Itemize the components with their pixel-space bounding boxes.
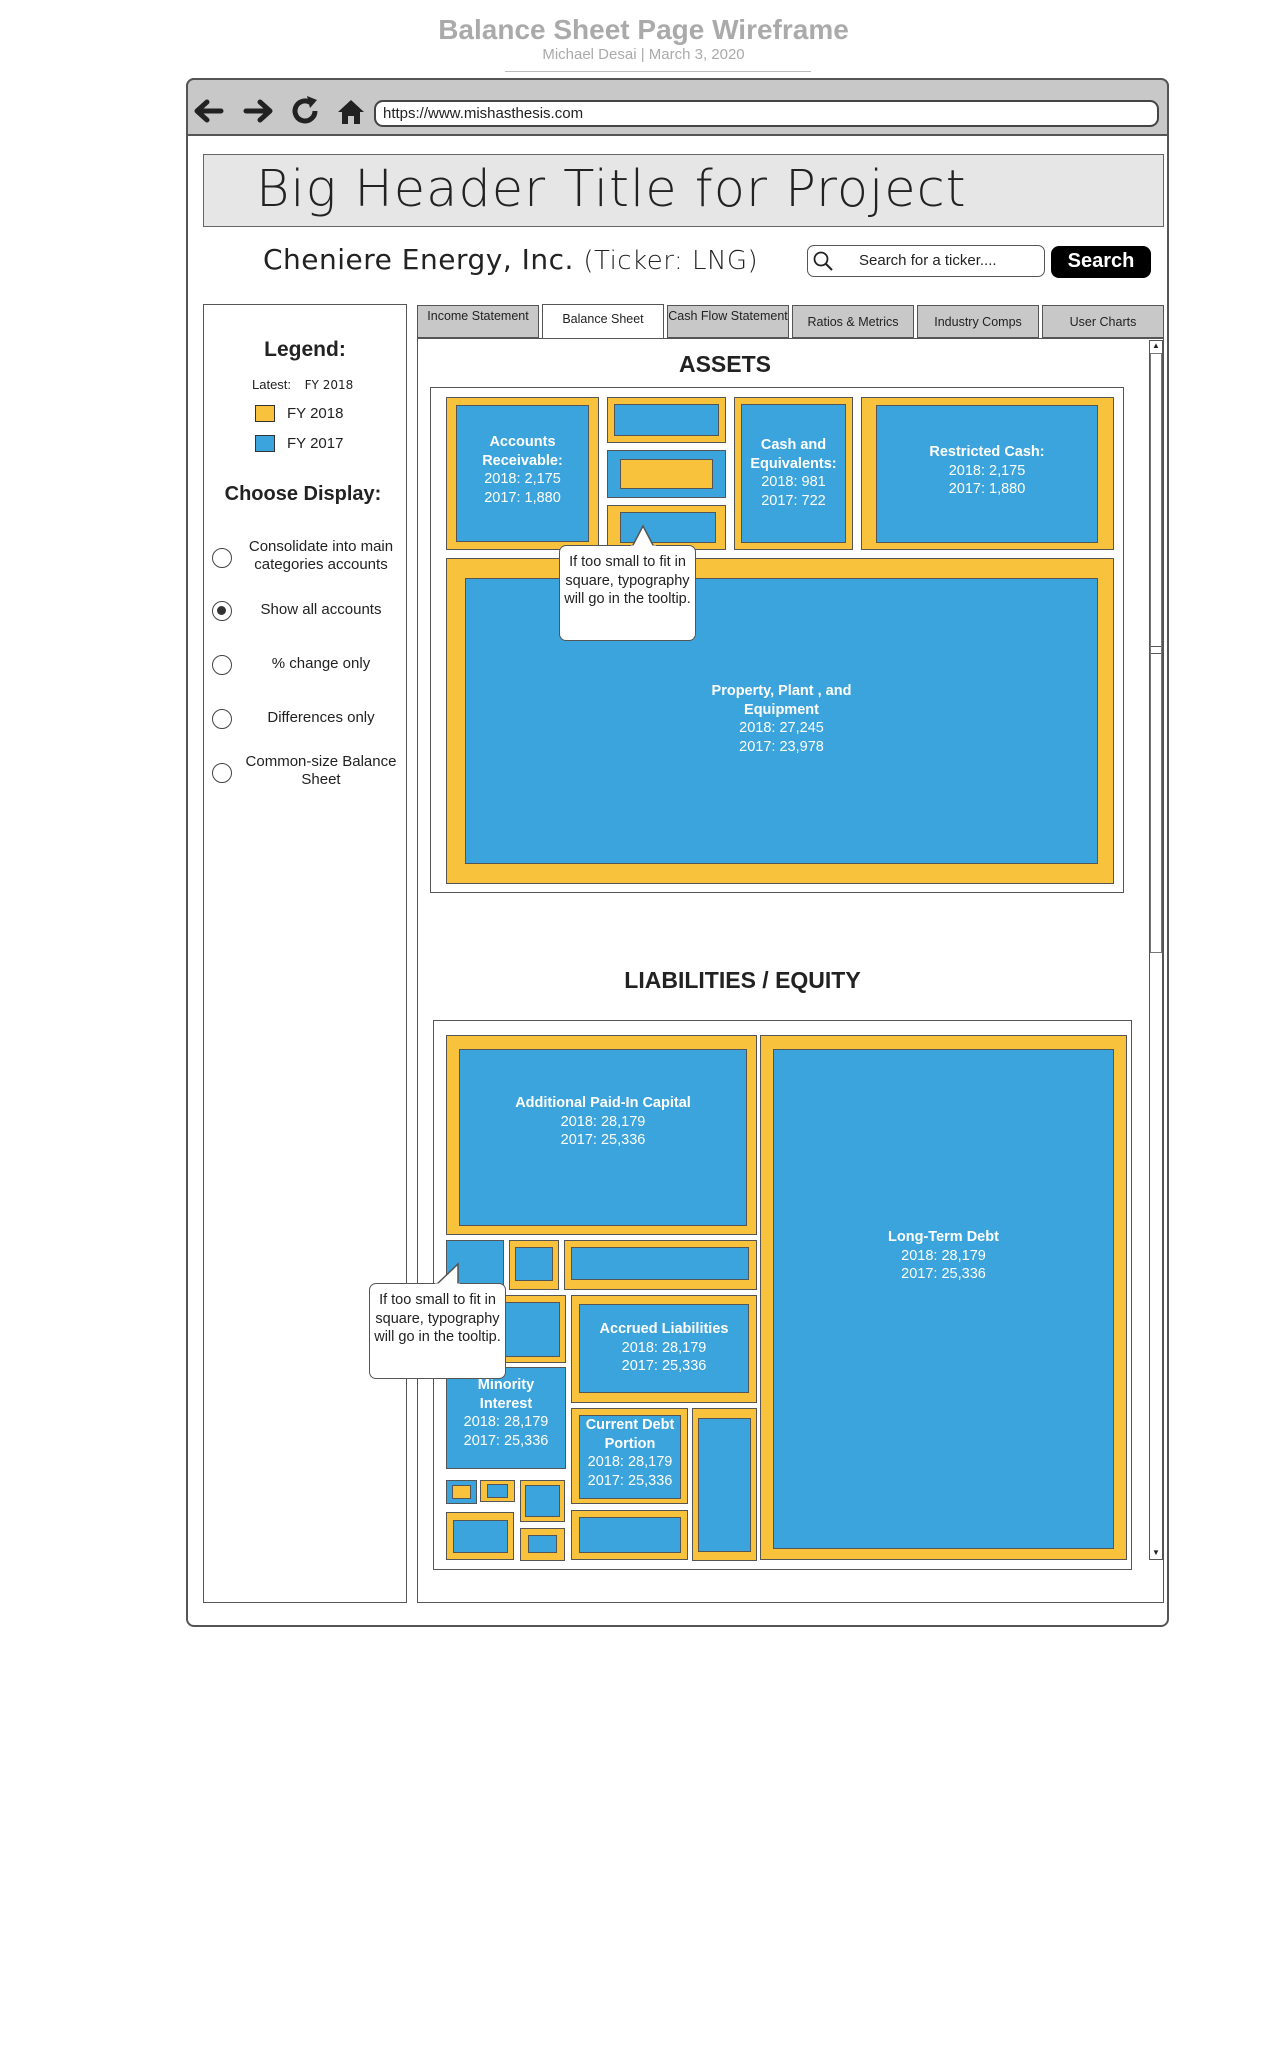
ltd-2018: 2018: 28,179 <box>901 1247 986 1264</box>
tab-industry-comps[interactable]: Industry Comps <box>917 305 1039 338</box>
title-divider <box>505 71 811 72</box>
radio-differences[interactable] <box>212 709 232 729</box>
home-icon[interactable] <box>334 94 368 128</box>
ltd-name: Long-Term Debt <box>888 1229 999 1245</box>
tab-income-statement[interactable]: Income Statement <box>417 305 539 338</box>
ppe-2017: 2017: 23,978 <box>739 738 824 755</box>
search-placeholder: Search for a ticker.... <box>859 252 997 269</box>
current-debt-name: Current Debt Portion <box>585 1417 675 1452</box>
restricted-cash-2018: 2018: 2,175 <box>948 462 1026 479</box>
search-button[interactable]: Search <box>1051 246 1151 278</box>
accounts-receivable-label: Accounts Receivable: 2018: 2,175 2017: 1… <box>456 433 589 507</box>
restricted-cash-label: Restricted Cash: 2018: 2,175 2017: 1,880 <box>876 443 1098 499</box>
accrued-2017: 2017: 25,336 <box>621 1358 707 1374</box>
treemap-inner-small-liab-6 <box>452 1485 471 1499</box>
legend-swatch-2018 <box>255 405 275 422</box>
project-header-title: Big Header Title for Project <box>256 160 967 219</box>
radio-percent-change-label: % change only <box>271 655 371 672</box>
latest-fiscal-year: Latest: FY 2018 <box>252 377 353 392</box>
minority-2017: 2017: 25,336 <box>463 1432 549 1449</box>
liabilities-tooltip-pointer <box>434 1262 464 1287</box>
cash-2017: 2017: 722 <box>761 492 826 509</box>
restricted-cash-name: Restricted Cash: <box>929 444 1045 460</box>
accrued-2018: 2018: 28,179 <box>621 1339 707 1356</box>
legend-title: Legend: <box>264 338 346 361</box>
company-name-text: Cheniere Energy, Inc. <box>263 243 574 276</box>
apic-2018: 2018: 28,179 <box>560 1113 646 1130</box>
treemap-inner-small-liab-10 <box>528 1535 557 1553</box>
treemap-inner-small-liab-4 <box>499 1302 560 1357</box>
liabilities-title: LIABILITIES / EQUITY <box>624 967 861 993</box>
tab-balance-sheet[interactable]: Balance Sheet <box>542 304 664 339</box>
apic-name: Additional Paid-In Capital <box>515 1095 691 1111</box>
radio-consolidate[interactable] <box>212 548 232 568</box>
liabilities-tooltip: If too small to fit in square, typograph… <box>369 1283 506 1379</box>
wireframe-author-date: Michael Desai | March 3, 2020 <box>542 46 745 63</box>
ppe-name: Property, Plant , and Equipment <box>711 683 852 718</box>
cash-label: Cash and Equivalents: 2018: 981 2017: 72… <box>741 436 846 510</box>
treemap-inner-small-liab-11 <box>579 1517 681 1553</box>
radio-consolidate-label: Consolidate into main categories account… <box>248 538 394 573</box>
latest-label: Latest: <box>252 377 292 392</box>
restricted-cash-2017: 2017: 1,880 <box>948 481 1026 497</box>
assets-tooltip: If too small to fit in square, typograph… <box>559 545 696 641</box>
accrued-label: Accrued Liabilities 2018: 28,179 2017: 2… <box>579 1320 749 1376</box>
minority-label: Minority Interest 2018: 28,179 2017: 25,… <box>446 1376 566 1450</box>
apic-2017: 2017: 25,336 <box>560 1132 646 1148</box>
treemap-inner-small-liab-5 <box>698 1418 751 1552</box>
minority-2018: 2018: 28,179 <box>463 1414 549 1430</box>
back-arrow-icon[interactable] <box>191 94 225 128</box>
search-icon <box>811 249 835 273</box>
ar-2017: 2017: 1,880 <box>484 489 561 506</box>
ppe-label: Property, Plant , and Equipment 2018: 27… <box>465 682 1098 756</box>
tab-ratios-metrics[interactable]: Ratios & Metrics <box>792 305 914 338</box>
cash-name: Cash and Equivalents: <box>750 437 837 472</box>
ltd-label: Long-Term Debt 2018: 28,179 2017: 25,336 <box>773 1228 1114 1284</box>
treemap-inner-small-liab-7 <box>487 1484 508 1498</box>
radio-common-size[interactable] <box>212 763 232 783</box>
treemap-inner-small-liab-8 <box>525 1485 560 1517</box>
radio-differences-label: Differences only <box>267 709 375 726</box>
address-bar[interactable]: https://www.mishasthesis.com <box>374 100 1159 127</box>
cash-2018: 2018: 981 <box>761 474 826 490</box>
radio-selected-dot <box>217 606 226 615</box>
treemap-inner-small-liab-9 <box>453 1520 508 1553</box>
company-name: Cheniere Energy, Inc. (Ticker: LNG) <box>263 243 758 276</box>
radio-show-all[interactable] <box>212 601 232 621</box>
ppe-2018: 2018: 27,245 <box>739 720 824 736</box>
current-debt-label: Current Debt Portion 2018: 28,179 2017: … <box>579 1416 681 1490</box>
current-debt-2017: 2017: 25,336 <box>587 1472 673 1489</box>
scroll-down-icon[interactable]: ▼ <box>1150 1548 1162 1558</box>
radio-percent-change[interactable] <box>212 655 232 675</box>
scroll-up-icon[interactable]: ▲ <box>1150 341 1162 351</box>
treemap-inner-small-asset-2 <box>620 459 713 489</box>
choose-display-title: Choose Display: <box>224 483 382 505</box>
accrued-name: Accrued Liabilities <box>599 1321 729 1337</box>
ltd-2017: 2017: 25,336 <box>901 1266 986 1282</box>
legend-swatch-2017 <box>255 435 275 452</box>
radio-common-size-label: Common-size Balance Sheet <box>245 753 397 788</box>
tab-user-charts[interactable]: User Charts <box>1042 305 1164 338</box>
latest-value: FY 2018 <box>304 378 354 392</box>
treemap-inner-long-term-debt <box>773 1049 1114 1549</box>
forward-arrow-icon[interactable] <box>242 94 276 128</box>
wireframe-title: Balance Sheet Page Wireframe <box>438 14 849 45</box>
radio-show-all-label: Show all accounts <box>260 601 382 618</box>
apic-label: Additional Paid-In Capital 2018: 28,179 … <box>459 1094 747 1150</box>
treemap-inner-small-liab-3 <box>571 1247 749 1280</box>
treemap-inner-small-asset-1 <box>614 404 719 436</box>
legend-label-2018: FY 2018 <box>287 405 344 422</box>
legend-label-2017: FY 2017 <box>287 435 344 452</box>
minority-name: Minority Interest <box>477 1377 535 1412</box>
ticker-label: (Ticker: LNG) <box>583 246 759 276</box>
assets-title: ASSETS <box>678 351 772 377</box>
reload-icon[interactable] <box>288 94 322 128</box>
ar-name: Accounts Receivable: <box>482 434 563 469</box>
treemap-inner-small-liab-2 <box>515 1247 553 1281</box>
current-debt-2018: 2018: 28,179 <box>587 1454 673 1470</box>
ar-2018: 2018: 2,175 <box>484 471 561 487</box>
tab-cash-flow-statement[interactable]: Cash Flow Statement <box>667 305 789 338</box>
assets-tooltip-pointer <box>630 524 660 549</box>
scroll-grip-icon <box>1151 646 1161 654</box>
